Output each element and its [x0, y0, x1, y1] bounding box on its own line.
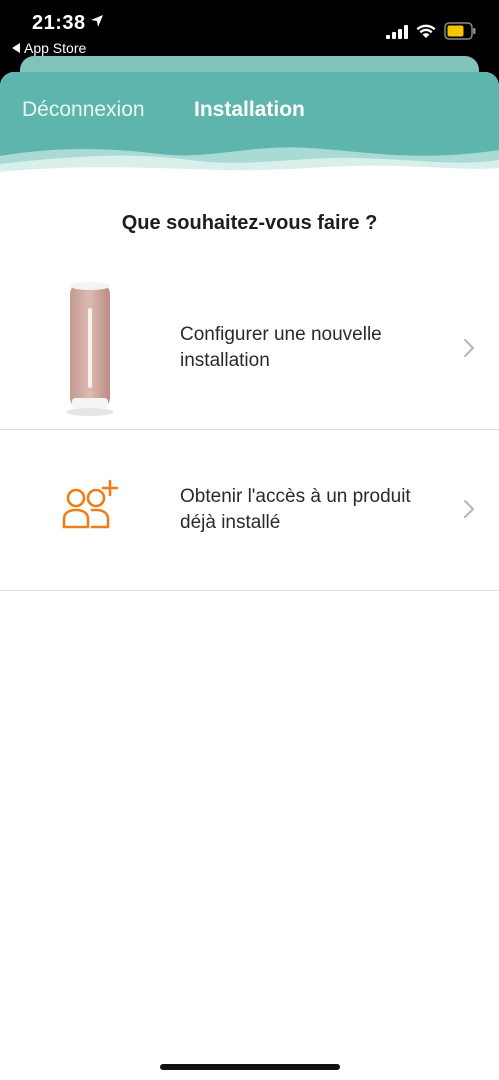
- installation-sheet: Déconnexion Installation Que souhaitez-v…: [0, 72, 499, 1080]
- wifi-icon: [416, 24, 436, 38]
- option-configure-new-installation[interactable]: Configurer une nouvelle installation: [0, 270, 499, 430]
- header-wave-decoration: [0, 147, 499, 188]
- add-users-icon: [62, 479, 119, 529]
- cellular-signal-icon: [386, 25, 408, 39]
- option-access-installed-product[interactable]: Obtenir l'accès à un produit déjà instal…: [0, 431, 499, 591]
- tab-logout[interactable]: Déconnexion: [22, 98, 145, 122]
- back-to-app-store-link[interactable]: App Store: [12, 40, 86, 56]
- option-label-configure: Configurer une nouvelle installation: [180, 324, 382, 371]
- home-indicator[interactable]: [160, 1064, 340, 1070]
- back-triangle-icon: [12, 43, 20, 53]
- smart-indoor-monitor-device-image: [66, 282, 114, 416]
- tab-installation[interactable]: Installation: [194, 98, 305, 122]
- status-time: 21:38: [32, 12, 86, 34]
- chevron-right-icon: [464, 339, 474, 357]
- battery-icon: [444, 22, 476, 40]
- back-app-label: App Store: [24, 40, 87, 56]
- option-label-access: Obtenir l'accès à un produit déjà instal…: [180, 486, 411, 533]
- chevron-right-icon: [464, 500, 474, 518]
- page-question: Que souhaitez-vous faire ?: [121, 212, 378, 234]
- location-arrow-icon: [91, 15, 103, 27]
